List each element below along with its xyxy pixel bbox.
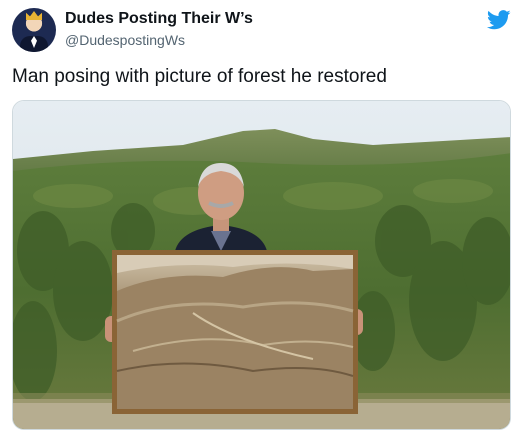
framed-photo [112, 250, 358, 414]
tweet-footer [12, 434, 511, 440]
display-name[interactable]: Dudes Posting Their W’s [65, 10, 253, 28]
avatar[interactable] [12, 8, 56, 52]
tweet-header: Dudes Posting Their W’s @DudespostingWs [12, 6, 511, 54]
forest-photo [13, 101, 510, 429]
tweet-photo[interactable] [12, 100, 511, 430]
handle[interactable]: @DudespostingWs [65, 32, 185, 48]
twitter-bird-icon[interactable] [487, 10, 511, 30]
tweet-text: Man posing with picture of forest he res… [12, 66, 387, 87]
crown-icon [26, 11, 42, 20]
tweet-card: Dudes Posting Their W’s @DudespostingWs … [0, 0, 523, 440]
